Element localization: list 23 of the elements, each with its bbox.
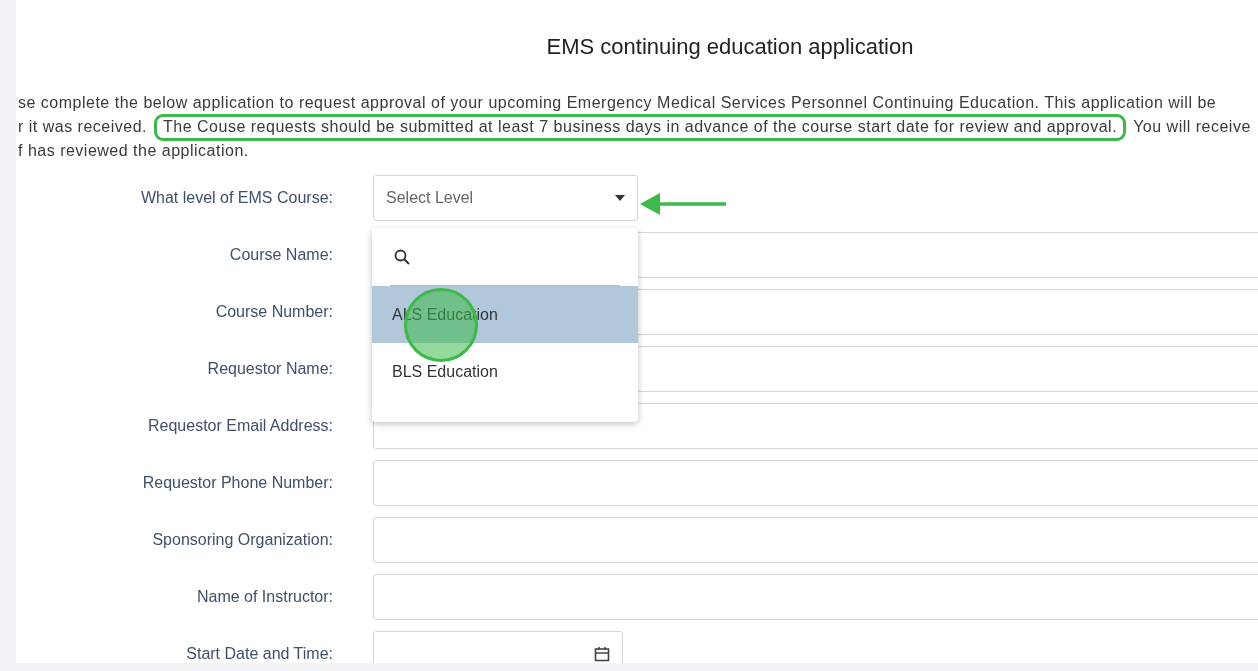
field-label: Sponsoring Organization:	[152, 530, 333, 548]
page-title: EMS continuing education application	[545, 33, 915, 60]
field-label: Course Name:	[229, 245, 333, 263]
select-field[interactable]: Select Level	[373, 174, 638, 221]
calendar-icon	[594, 645, 610, 662]
intro-text: se complete the below application to request approval of your upcoming Emergency Medical Services Personnel Continuing Education. This application will be	[18, 93, 1217, 113]
intro-text: r it was received.	[18, 117, 148, 137]
field-label: What level of EMS Course:	[140, 188, 333, 206]
intro-text: The Couse requests should be submitted at least 7 business days in advance of the course start date for review and approval.	[163, 117, 1118, 137]
field-label: Requestor Name:	[207, 359, 333, 377]
caret-icon	[615, 194, 625, 201]
search-icon	[394, 248, 410, 265]
input-field[interactable]	[373, 459, 1258, 506]
input-field[interactable]	[373, 573, 1258, 620]
field-label: Name of Instructor:	[196, 587, 333, 605]
field-label: Start Date and Time:	[186, 644, 333, 662]
field-label: Requestor Email Address:	[148, 416, 333, 434]
field-label: Course Number:	[215, 302, 333, 320]
intro-text: You will receive	[1133, 117, 1251, 137]
input-field[interactable]	[373, 516, 1258, 563]
field-label: Requestor Phone Number:	[142, 473, 333, 491]
intro-text: f has reviewed the application.	[18, 141, 249, 161]
dropdown-option[interactable]: BLS Education	[372, 343, 638, 400]
